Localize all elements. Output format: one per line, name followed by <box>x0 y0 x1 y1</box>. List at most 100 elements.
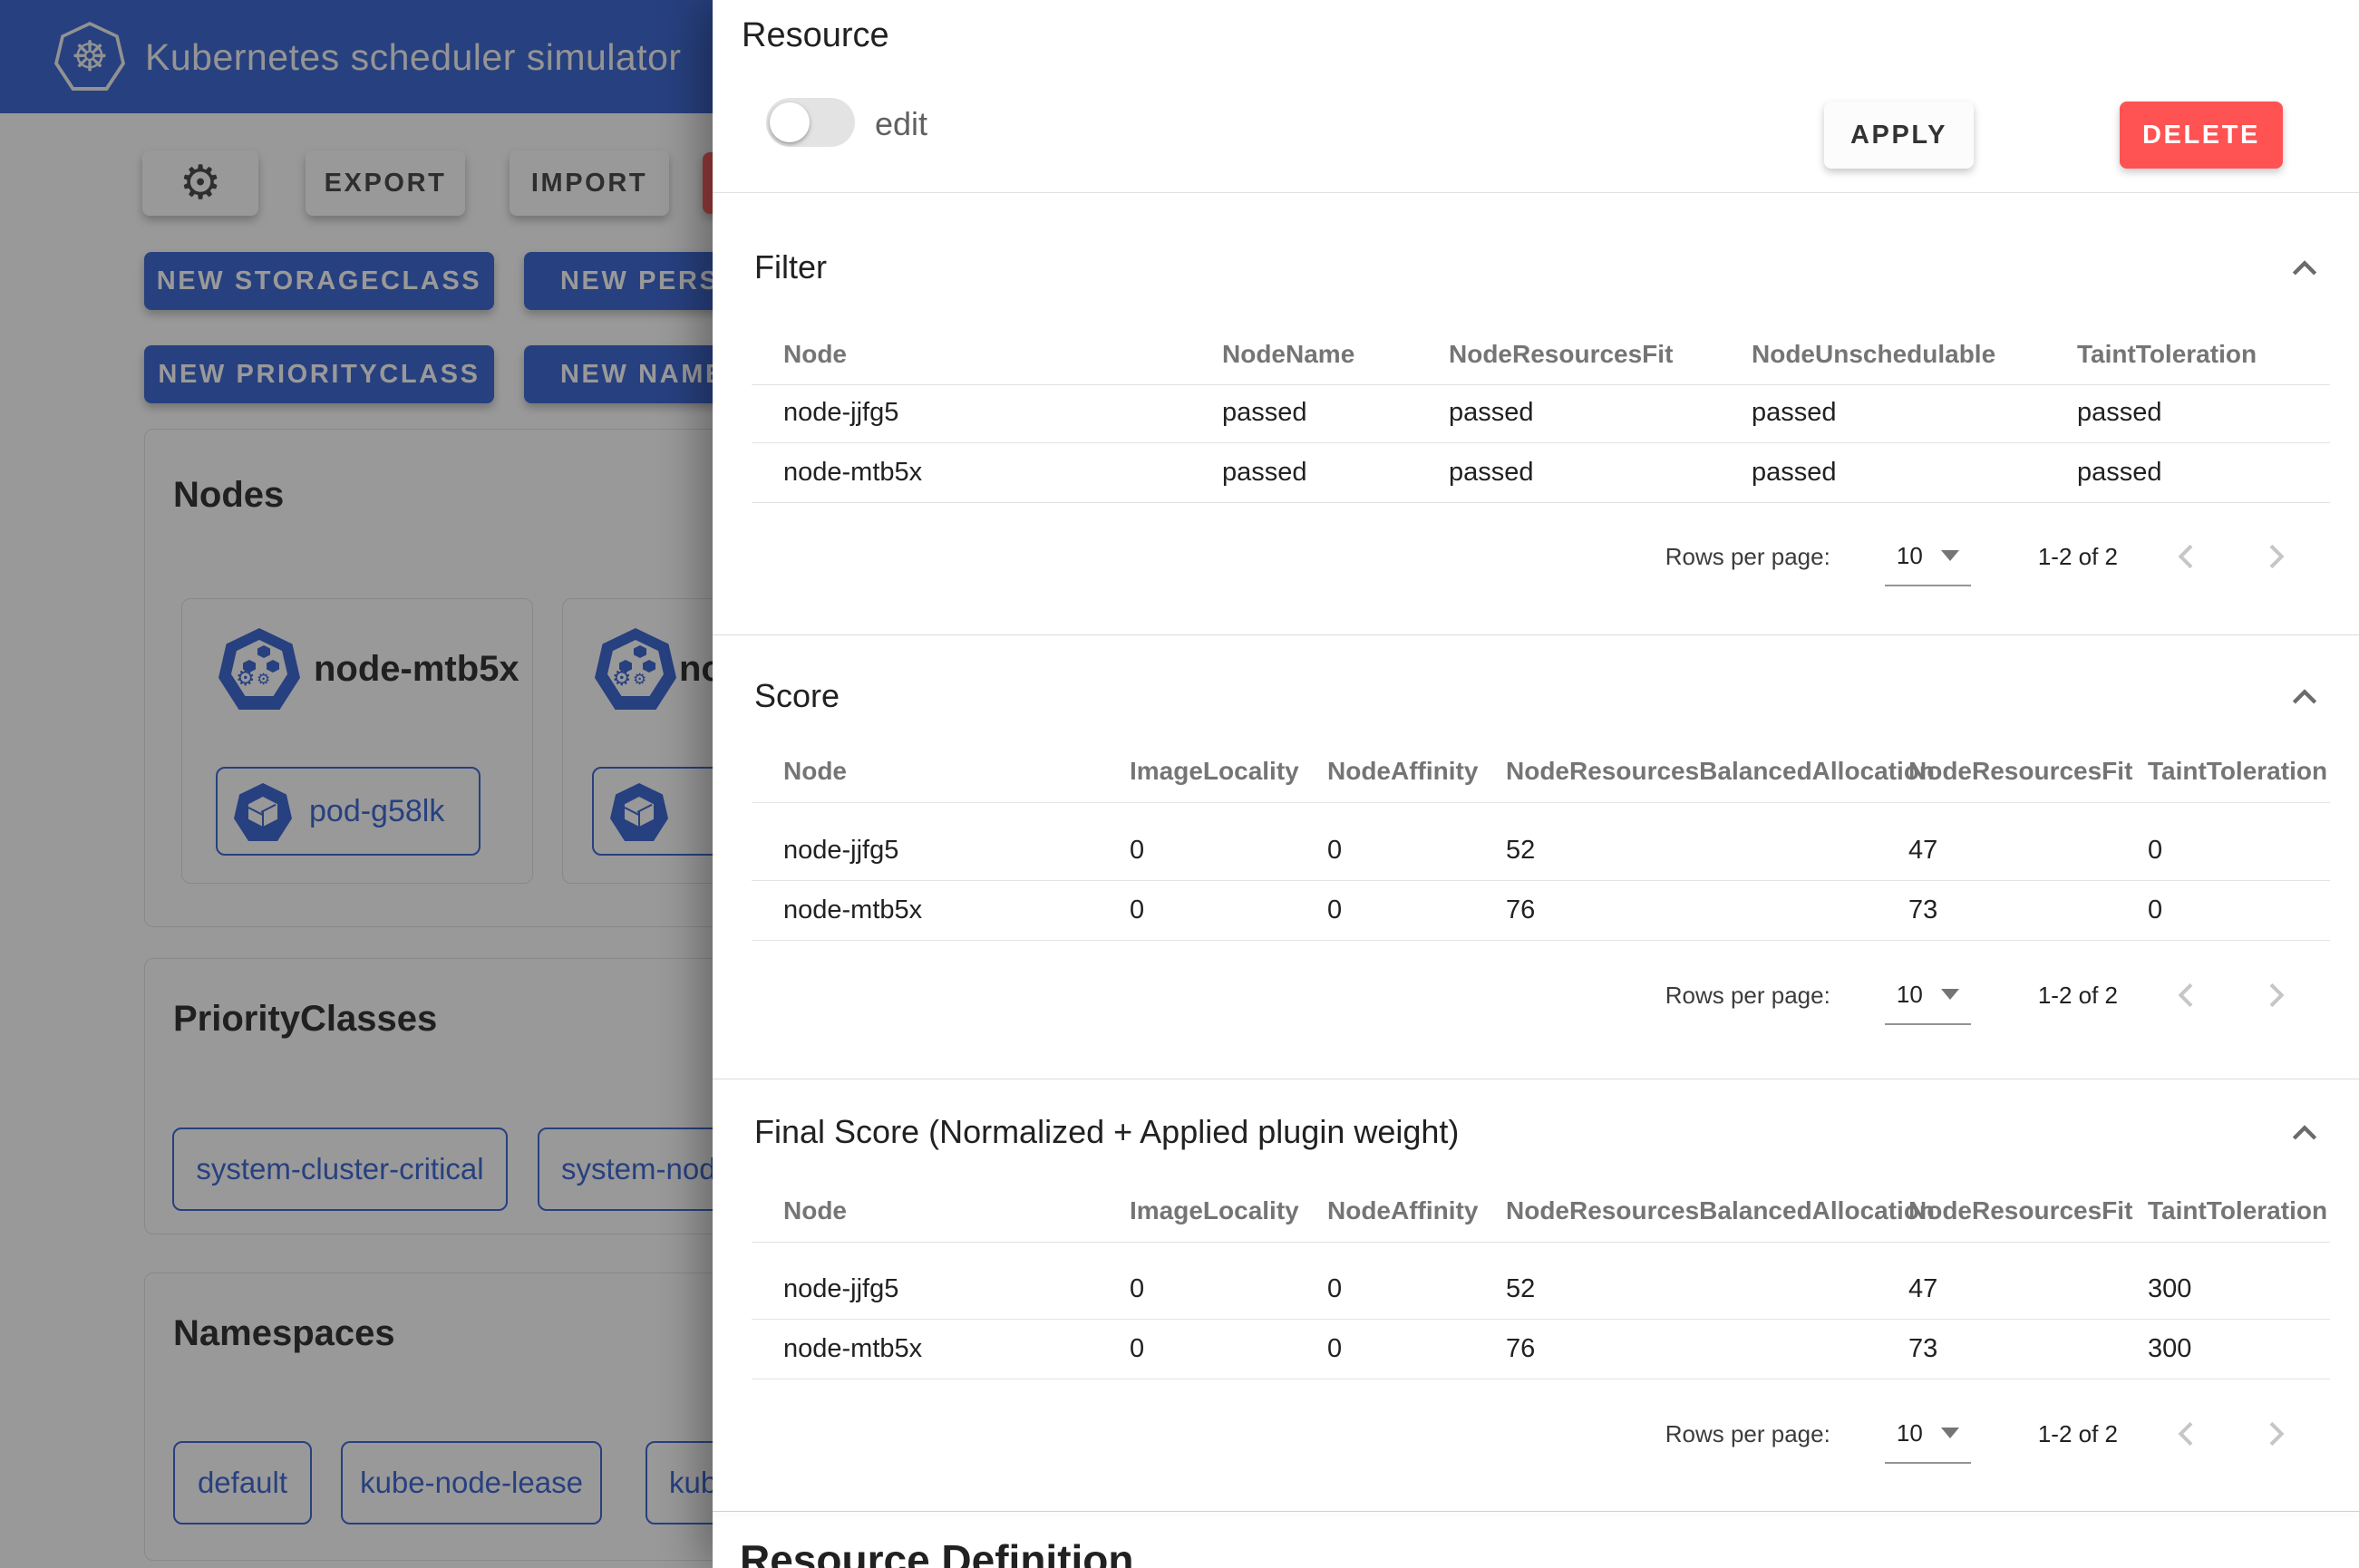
apply-button[interactable]: APPLY <box>1824 102 1974 169</box>
edit-toggle-label: edit <box>875 105 927 143</box>
divider <box>752 880 2330 881</box>
filter-section-title: Filter <box>754 248 827 286</box>
final-score-section-title: Final Score (Normalized + Applied plugin… <box>754 1113 1459 1151</box>
resource-definition-title: Resource Definition <box>740 1535 1134 1568</box>
column-header: ImageLocality <box>1130 757 1327 786</box>
page-range-label: 1-2 of 2 <box>2038 543 2118 571</box>
filter-table-header: Node NodeName NodeResourcesFit NodeUnsch… <box>783 335 2330 373</box>
chevron-up-icon <box>2286 680 2323 716</box>
column-header: NodeResourcesBalancedAllocation <box>1506 757 1908 786</box>
score-collapse-button[interactable] <box>2285 679 2325 719</box>
toggle-thumb <box>770 102 810 142</box>
page-size-select[interactable]: 10 <box>1885 965 1971 1025</box>
cell: 52 <box>1506 836 1908 866</box>
cell: passed <box>1752 398 2077 428</box>
final-score-collapse-button[interactable] <box>2285 1115 2325 1155</box>
score-section-title: Score <box>754 677 840 715</box>
column-header: NodeAffinity <box>1327 1196 1506 1225</box>
edit-toggle[interactable] <box>766 98 855 147</box>
cell: node-mtb5x <box>783 1334 1130 1364</box>
page-size-select[interactable]: 10 <box>1885 527 1971 586</box>
filter-collapse-button[interactable] <box>2285 250 2325 290</box>
cell: 0 <box>1130 895 1327 925</box>
column-header: TaintToleration <box>2148 757 2330 786</box>
cell: node-mtb5x <box>783 458 1222 488</box>
table-row: node-mtb5x 0 0 76 73 300 <box>783 1330 2330 1368</box>
cell: 73 <box>1908 895 2148 925</box>
divider <box>713 634 2359 635</box>
column-header: Node <box>783 340 1222 369</box>
cell: 0 <box>1130 1334 1327 1364</box>
cell: 0 <box>1327 1334 1506 1364</box>
page-size-value: 10 <box>1897 1419 1923 1447</box>
column-header: NodeResourcesFit <box>1908 757 2148 786</box>
cell: 76 <box>1506 1334 1908 1364</box>
final-score-pagination: Rows per page: 10 1-2 of 2 <box>713 1402 2359 1466</box>
divider <box>752 502 2330 503</box>
page-range-label: 1-2 of 2 <box>2038 982 2118 1010</box>
next-page-button[interactable] <box>2257 538 2294 575</box>
chevron-right-icon <box>2257 1416 2294 1452</box>
cell: 76 <box>1506 895 1908 925</box>
cell: 300 <box>2148 1334 2330 1364</box>
cell: passed <box>1222 458 1449 488</box>
column-header: NodeResourcesBalancedAllocation <box>1506 1196 1908 1225</box>
cell: 0 <box>1327 836 1506 866</box>
column-header: NodeAffinity <box>1327 757 1506 786</box>
chevron-right-icon <box>2257 977 2294 1013</box>
chevron-up-icon <box>2286 251 2323 287</box>
page-range-label: 1-2 of 2 <box>2038 1420 2118 1448</box>
cell: passed <box>1222 398 1449 428</box>
cell: passed <box>1752 458 2077 488</box>
column-header: ImageLocality <box>1130 1196 1327 1225</box>
page-size-select[interactable]: 10 <box>1885 1404 1971 1464</box>
previous-page-button[interactable] <box>2169 977 2205 1013</box>
rows-per-page-label: Rows per page: <box>1665 1420 1830 1448</box>
cell: 0 <box>2148 836 2330 866</box>
table-row: node-jjfg5 0 0 52 47 300 <box>783 1270 2330 1308</box>
cell: 0 <box>1327 1274 1506 1304</box>
chevron-up-icon <box>2286 1116 2323 1152</box>
table-row: node-mtb5x passed passed passed passed <box>783 453 2330 491</box>
table-row: node-jjfg5 0 0 52 47 0 <box>783 831 2330 869</box>
divider <box>752 1319 2330 1320</box>
cell: 0 <box>1130 1274 1327 1304</box>
cell: 0 <box>1327 895 1506 925</box>
next-page-button[interactable] <box>2257 977 2294 1013</box>
cell: passed <box>1449 458 1752 488</box>
column-header: NodeResourcesFit <box>1908 1196 2148 1225</box>
resource-detail-drawer: Resource edit APPLY DELETE Filter Node N… <box>713 0 2359 1568</box>
column-header: TaintToleration <box>2077 340 2330 369</box>
cell: 0 <box>2148 895 2330 925</box>
drawer-title: Resource <box>742 16 889 55</box>
cell: 0 <box>1130 836 1327 866</box>
chevron-left-icon <box>2169 1416 2205 1452</box>
next-page-button[interactable] <box>2257 1416 2294 1452</box>
cell: 52 <box>1506 1274 1908 1304</box>
score-pagination: Rows per page: 10 1-2 of 2 <box>713 963 2359 1027</box>
page-size-value: 10 <box>1897 981 1923 1009</box>
column-header: NodeResourcesFit <box>1449 340 1752 369</box>
cell: node-jjfg5 <box>783 398 1222 428</box>
chevron-right-icon <box>2257 538 2294 575</box>
cell: 300 <box>2148 1274 2330 1304</box>
column-header: NodeName <box>1222 340 1449 369</box>
divider <box>752 802 2330 803</box>
previous-page-button[interactable] <box>2169 1416 2205 1452</box>
divider <box>713 192 2359 193</box>
dropdown-arrow-icon <box>1941 989 1959 1000</box>
rows-per-page-label: Rows per page: <box>1665 982 1830 1010</box>
score-table-header: Node ImageLocality NodeAffinity NodeReso… <box>783 752 2330 790</box>
dropdown-arrow-icon <box>1941 550 1959 561</box>
table-row: node-mtb5x 0 0 76 73 0 <box>783 891 2330 929</box>
divider <box>752 1242 2330 1243</box>
filter-pagination: Rows per page: 10 1-2 of 2 <box>713 525 2359 588</box>
delete-button[interactable]: DELETE <box>2120 102 2283 169</box>
cell: passed <box>2077 398 2330 428</box>
cell: node-mtb5x <box>783 895 1130 925</box>
page-size-value: 10 <box>1897 542 1923 570</box>
previous-page-button[interactable] <box>2169 538 2205 575</box>
cell: node-jjfg5 <box>783 1274 1130 1304</box>
cell: passed <box>2077 458 2330 488</box>
divider <box>752 442 2330 443</box>
